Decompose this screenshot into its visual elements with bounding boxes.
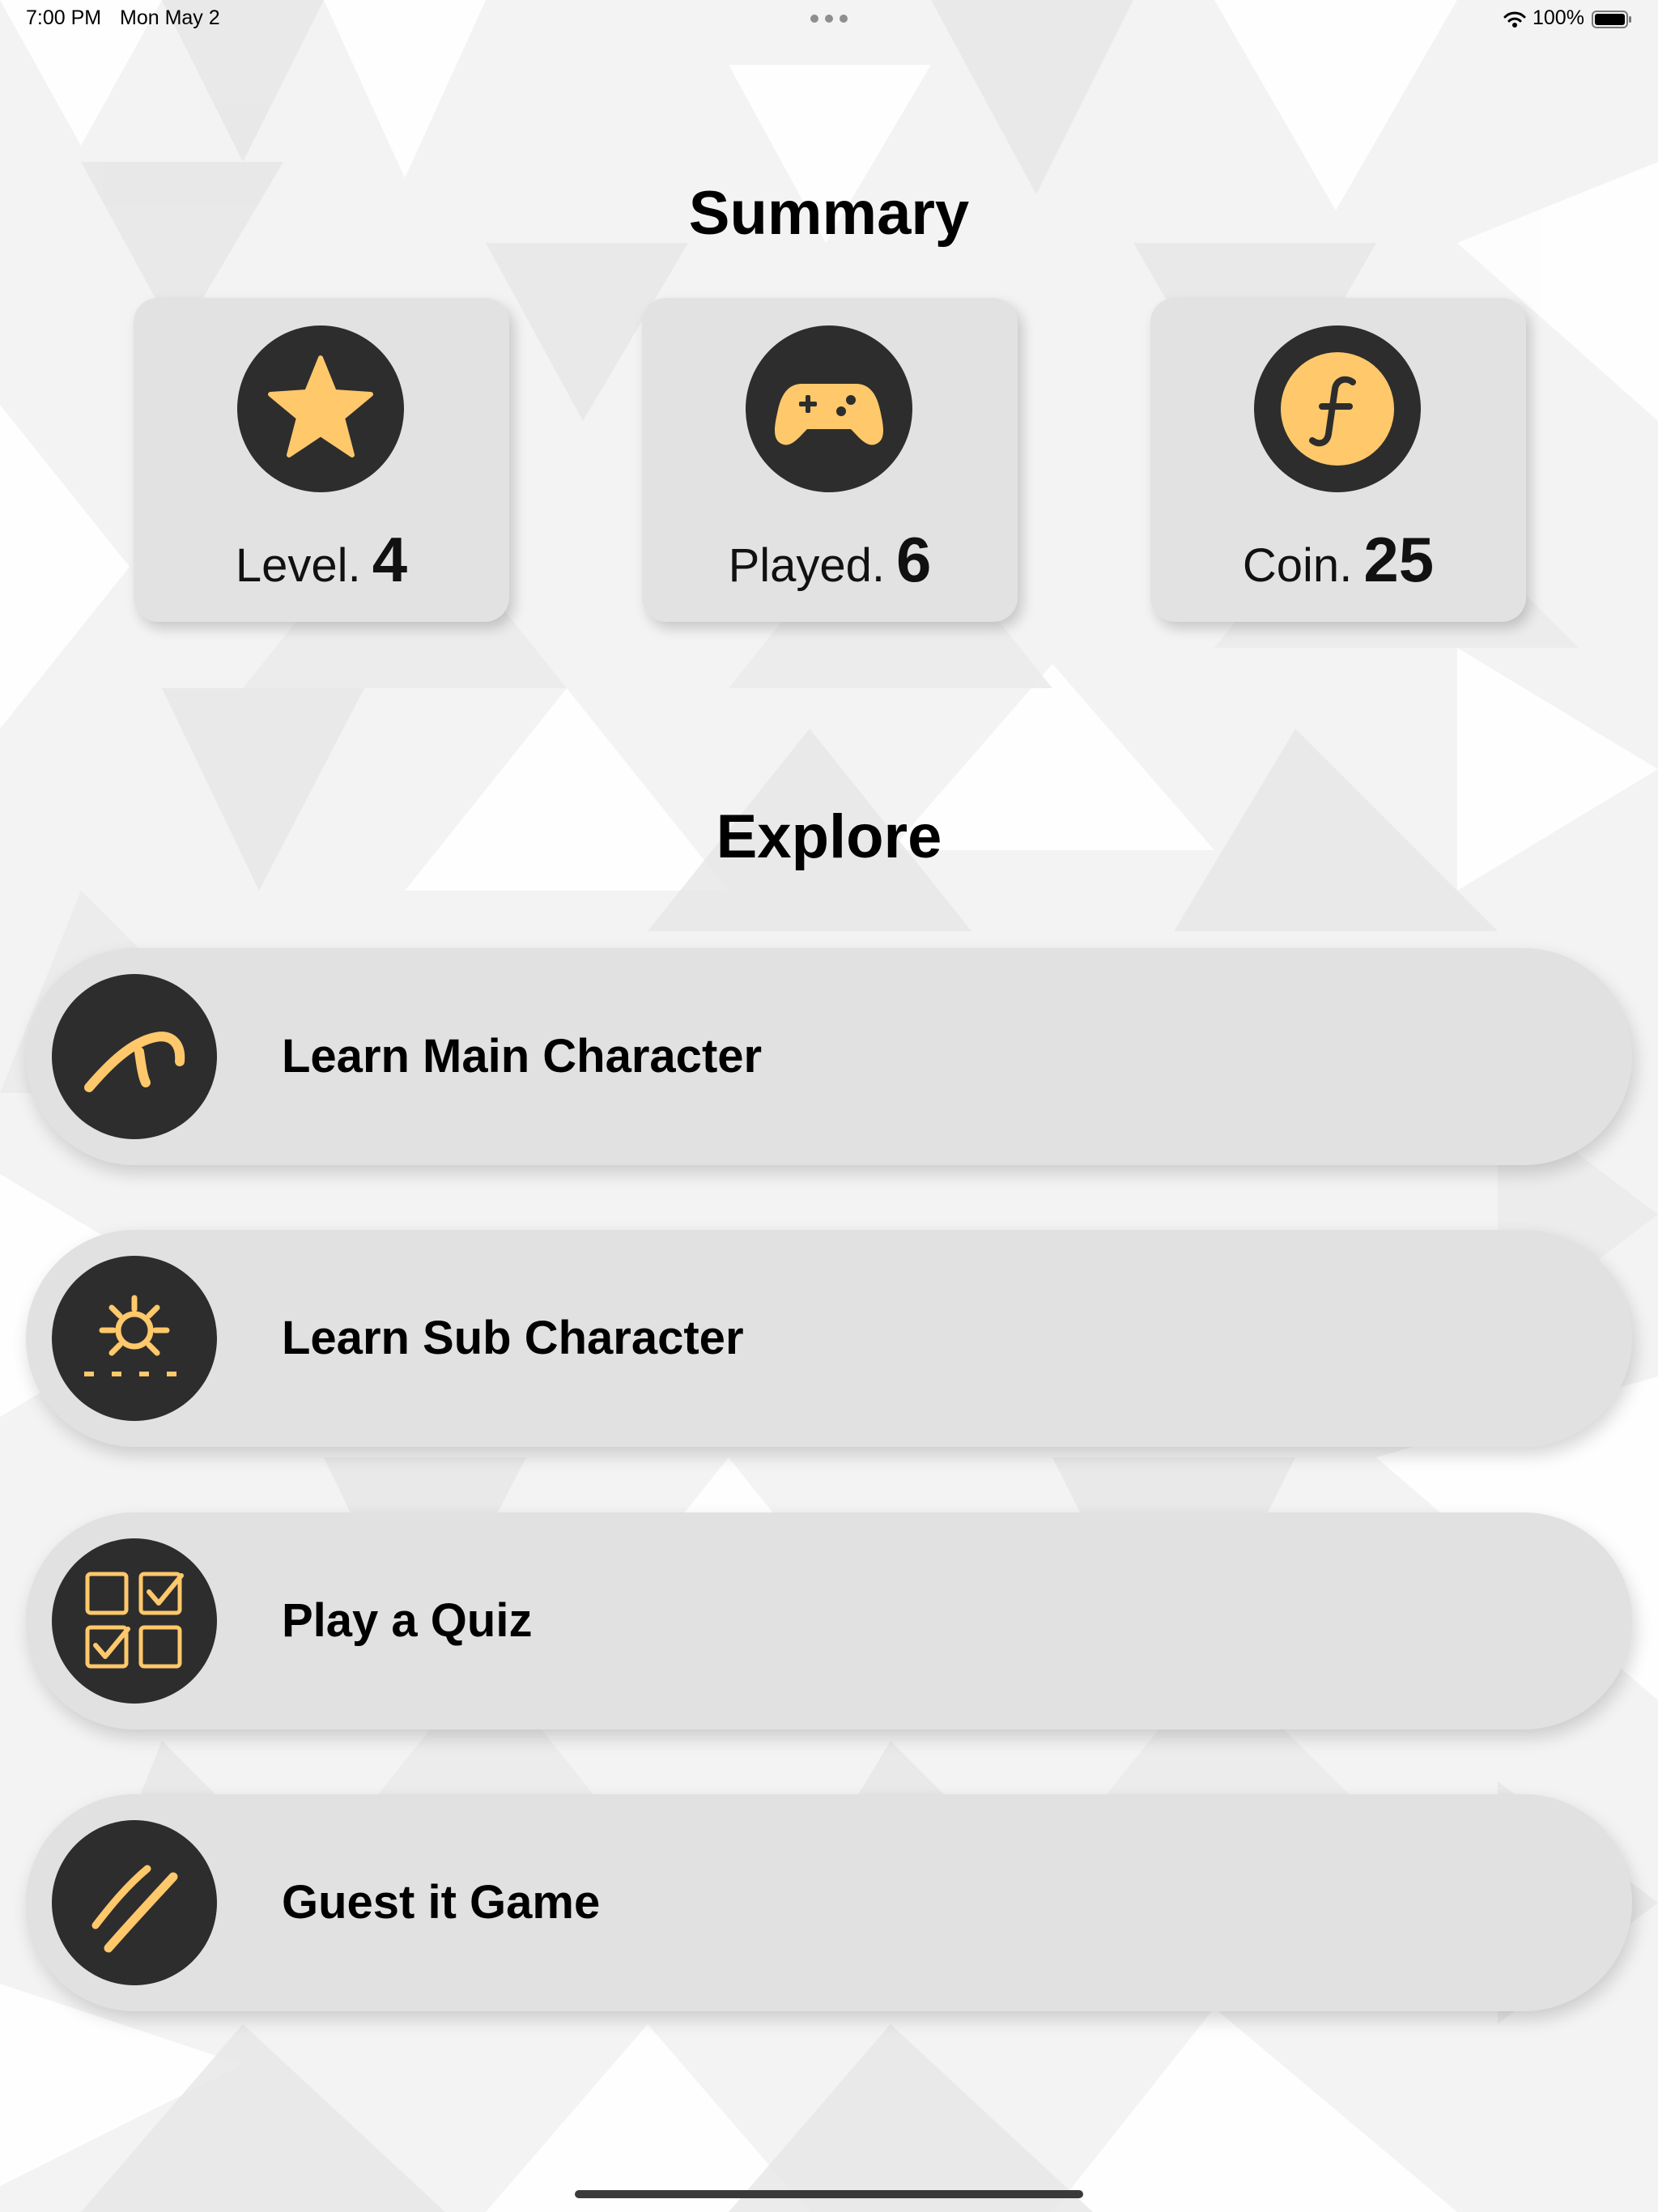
sub-character-glyph-icon bbox=[52, 1256, 217, 1421]
played-label: Played. bbox=[728, 539, 886, 592]
multitasking-dots-icon[interactable] bbox=[810, 15, 848, 23]
status-time: 7:00 PM bbox=[26, 6, 102, 29]
main-character-glyph-icon bbox=[52, 974, 217, 1139]
guest-it-game-label: Guest it Game bbox=[282, 1876, 601, 1929]
summary-title: Summary bbox=[688, 179, 970, 248]
learn-main-character-label: Learn Main Character bbox=[282, 1030, 763, 1083]
play-quiz-button[interactable]: Play a Quiz bbox=[26, 1512, 1632, 1729]
played-card: Played. 6 bbox=[642, 298, 1018, 622]
explore-title: Explore bbox=[716, 802, 942, 871]
guess-slash-icon bbox=[52, 1820, 217, 1985]
level-value: 4 bbox=[372, 524, 408, 595]
status-date: Mon May 2 bbox=[120, 6, 220, 29]
level-label: Level. bbox=[235, 539, 361, 592]
home-indicator[interactable] bbox=[575, 2190, 1083, 2198]
battery-percentage: 100% bbox=[1533, 6, 1584, 29]
coin-icon bbox=[1254, 325, 1421, 492]
play-quiz-label: Play a Quiz bbox=[282, 1594, 533, 1647]
battery-icon bbox=[1592, 11, 1631, 28]
learn-main-character-button[interactable]: Learn Main Character bbox=[26, 948, 1632, 1165]
played-stat: Played. 6 bbox=[642, 523, 1018, 597]
guest-it-game-button[interactable]: Guest it Game bbox=[26, 1794, 1632, 2011]
wifi-icon bbox=[1503, 11, 1526, 28]
played-value: 6 bbox=[896, 524, 932, 595]
gamepad-icon bbox=[746, 325, 912, 492]
learn-sub-character-label: Learn Sub Character bbox=[282, 1312, 744, 1364]
quiz-checkbox-icon bbox=[52, 1538, 217, 1704]
star-icon bbox=[237, 325, 404, 492]
coin-stat: Coin. 25 bbox=[1150, 523, 1526, 597]
level-card: Level. 4 bbox=[134, 298, 509, 622]
status-bar: 7:00 PM Mon May 2 100% bbox=[0, 0, 1658, 39]
coin-label: Coin. bbox=[1242, 539, 1353, 592]
coin-value: 25 bbox=[1363, 524, 1435, 595]
learn-sub-character-button[interactable]: Learn Sub Character bbox=[26, 1230, 1632, 1447]
level-stat: Level. 4 bbox=[134, 523, 509, 597]
coin-card: Coin. 25 bbox=[1150, 298, 1526, 622]
